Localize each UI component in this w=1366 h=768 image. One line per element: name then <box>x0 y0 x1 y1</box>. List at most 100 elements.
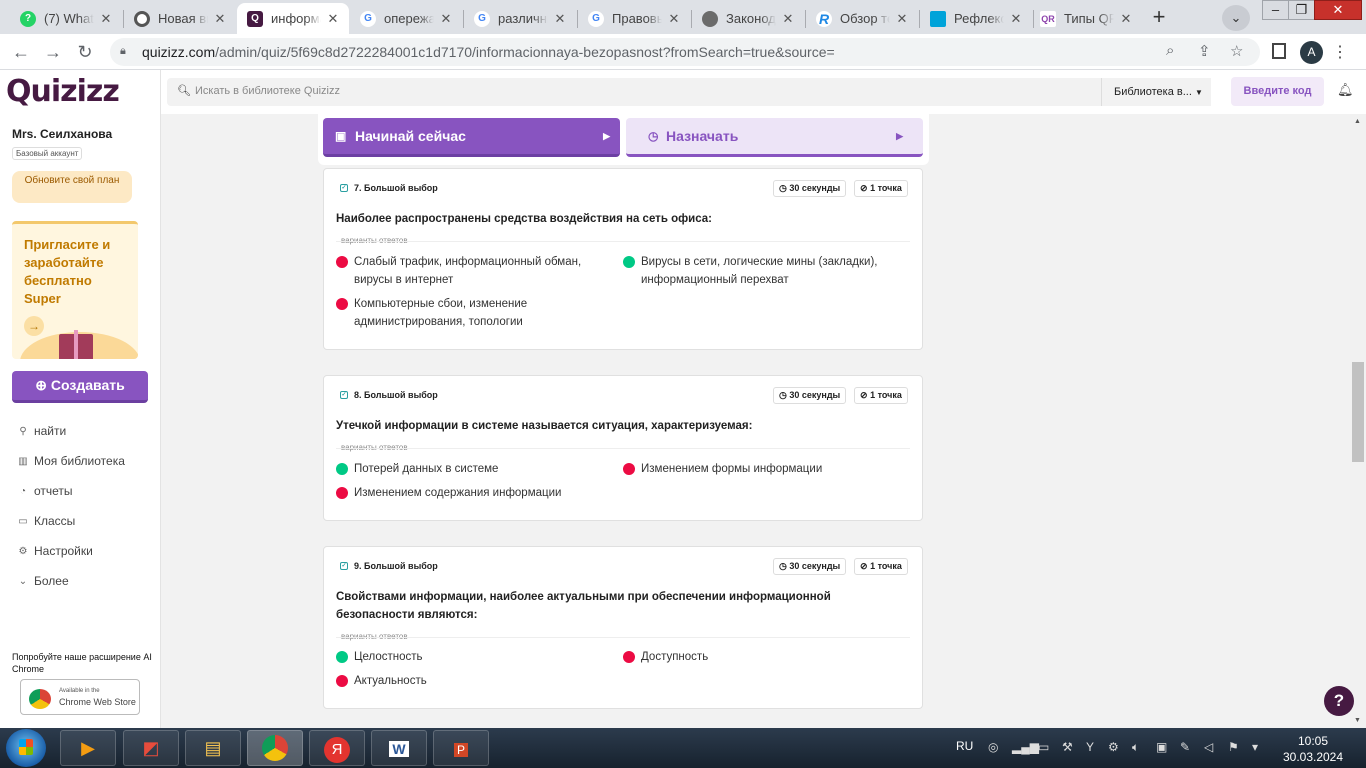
library-select-dropdown[interactable]: Библиотека в... ▼ <box>1101 78 1211 106</box>
page-scrollbar[interactable]: ▲ ▼ <box>1350 114 1366 728</box>
minimize-button[interactable]: – <box>1262 0 1289 20</box>
taskbar-word[interactable]: W <box>371 730 427 766</box>
invite-promo-text: Пригласите и заработайте бесплатно Super <box>24 237 111 306</box>
close-icon[interactable]: ✕ <box>894 11 910 27</box>
media-player-icon: ▶ <box>81 738 95 758</box>
upgrade-plan-button[interactable]: Обновите свой план <box>12 171 132 203</box>
tray-display-icon[interactable]: ▭ <box>1038 740 1049 754</box>
browser-tab[interactable]: G опережающее ✕ <box>350 3 462 34</box>
browser-tab[interactable]: G Правовые ✕ <box>578 3 690 34</box>
bookmark-star-icon[interactable]: ☆ <box>1230 42 1243 60</box>
sidebar-item-classes[interactable]: ▭ Классы <box>16 514 75 528</box>
system-clock[interactable]: 10:05 30.03.2024 <box>1278 733 1348 765</box>
presentation-icon: ▣ <box>335 129 347 143</box>
tray-network-icon[interactable]: ▣ <box>1156 740 1167 754</box>
sidebar-item-more[interactable]: ⌄ Более <box>16 574 69 588</box>
close-icon[interactable]: ✕ <box>780 11 796 27</box>
browser-tab[interactable]: Законодательство ✕ <box>692 3 804 34</box>
tray-pen-icon[interactable]: ✎ <box>1180 740 1190 754</box>
taskbar-explorer[interactable]: ▤ <box>185 730 241 766</box>
search-icon: 🔍︎ <box>177 85 191 97</box>
reports-icon: ◔ <box>19 485 27 497</box>
arrow-right-icon[interactable]: → <box>24 316 44 336</box>
close-icon[interactable]: ✕ <box>1008 11 1024 27</box>
start-now-button[interactable]: ▣ Начинай сейчас ▶ <box>323 118 620 157</box>
invite-promo-card[interactable]: Пригласите и заработайте бесплатно Super… <box>12 221 138 359</box>
quizizz-logo[interactable]: Quizizz <box>6 74 120 109</box>
tray-app-icon[interactable]: ◎ <box>988 740 998 754</box>
scroll-up-arrow-icon[interactable]: ▲ <box>1354 118 1361 125</box>
close-icon[interactable]: ✕ <box>666 11 682 27</box>
network-signal-icon[interactable]: ▂▄▆ <box>1012 740 1039 754</box>
qr-icon: QR <box>1040 10 1056 27</box>
sidebar-item-library[interactable]: ▥ Моя библиотека <box>16 454 125 468</box>
zoom-icon[interactable]: ⌕ <box>1166 42 1174 59</box>
assign-button[interactable]: ◷ Назначать ▶ <box>626 118 923 157</box>
top-bar: 🔍︎ Искать в библиотеке Quizizz Библиотек… <box>161 70 1366 114</box>
taskbar-app[interactable]: ◩ <box>123 730 179 766</box>
yandex-tray-icon[interactable]: Y <box>1086 740 1094 754</box>
kebab-menu-icon[interactable]: ⋮ <box>1332 42 1348 62</box>
checkbox-icon: ✓ <box>340 562 348 570</box>
question-header: ✓ 9. Большой выбор <box>340 561 438 571</box>
sidebar-item-label: найти <box>34 424 67 438</box>
tray-settings-icon[interactable]: ⚙ <box>1108 740 1119 754</box>
share-icon[interactable]: ⇪ <box>1198 42 1211 60</box>
scrollbar-thumb[interactable] <box>1352 362 1364 462</box>
close-window-button[interactable]: ✕ <box>1314 0 1362 20</box>
scroll-down-arrow-icon[interactable]: ▼ <box>1354 717 1361 724</box>
action-center-icon[interactable]: ▾ <box>1252 740 1258 754</box>
taskbar-chrome[interactable] <box>247 730 303 766</box>
language-indicator[interactable]: RU <box>956 739 973 753</box>
volume-tray-icon[interactable]: 🔈︎ <box>1132 740 1139 755</box>
sidebar: Quizizz Mrs. Сеилханова Базовый аккаунт … <box>0 70 161 728</box>
back-icon[interactable]: ← <box>8 40 34 64</box>
tray-tool-icon[interactable]: ⚒ <box>1062 740 1073 754</box>
sidebar-item-settings[interactable]: ⚙ Настройки <box>16 544 93 558</box>
browser-tab[interactable]: ? (7) WhatsApp ✕ <box>10 3 122 34</box>
extension-promo-text: Попробуйте наше расширение AI Chrome <box>12 652 152 674</box>
new-tab-button[interactable]: + <box>1146 5 1172 31</box>
close-icon[interactable]: ✕ <box>552 11 568 27</box>
tab-search-button[interactable]: ⌄ <box>1222 5 1250 31</box>
library-search-input[interactable]: 🔍︎ Искать в библиотеке Quizizz <box>167 78 1211 106</box>
sidebar-item-reports[interactable]: ◔ отчеты <box>16 484 73 498</box>
google-icon: G <box>474 10 490 27</box>
browser-tab[interactable]: R Обзор тем ✕ <box>806 3 918 34</box>
browser-tab[interactable]: G различные ✕ <box>464 3 576 34</box>
sidebar-item-find[interactable]: ⚲ найти <box>16 424 66 438</box>
enter-code-button[interactable]: Введите код <box>1231 77 1324 106</box>
browser-tab[interactable]: QR Типы QR ✕ <box>1030 3 1142 34</box>
browser-tab[interactable]: Рефлексия ✕ <box>920 3 1032 34</box>
speaker-icon[interactable]: ◁ <box>1204 740 1213 754</box>
browser-tab-active[interactable]: Q информационная безопасность ✕ <box>237 3 349 34</box>
flag-icon[interactable]: ⚑ <box>1228 740 1239 754</box>
correct-dot-icon <box>623 256 635 268</box>
close-icon[interactable]: ✕ <box>212 11 228 27</box>
maximize-button[interactable]: ❐ <box>1288 0 1315 20</box>
taskbar-yandex[interactable]: Я <box>309 730 365 766</box>
close-icon[interactable]: ✕ <box>325 11 341 27</box>
chrome-web-store-badge[interactable]: Available in the Chrome Web Store <box>20 679 140 715</box>
taskbar-powerpoint[interactable]: P <box>433 730 489 766</box>
close-icon[interactable]: ✕ <box>98 11 114 27</box>
profile-avatar[interactable]: A <box>1300 41 1323 64</box>
url-field[interactable]: 🔒︎ quizizz.com/admin/quiz/5f69c8d2722284… <box>110 38 1260 66</box>
start-now-label: Начинай сейчас <box>355 128 466 144</box>
close-icon[interactable]: ✕ <box>438 11 454 27</box>
bell-icon[interactable]: 🔔︎ <box>1337 82 1354 98</box>
clock-time: 10:05 <box>1297 734 1329 748</box>
browser-tab[interactable]: Новая вкладка ✕ <box>124 3 236 34</box>
reload-icon[interactable]: ↻ <box>72 40 98 64</box>
windows-start-button[interactable] <box>6 729 46 767</box>
clock-icon: ◷ <box>779 390 787 400</box>
help-button[interactable]: ? <box>1324 686 1354 716</box>
close-icon[interactable]: ✕ <box>1118 11 1134 27</box>
create-button[interactable]: ⊕ Создавать <box>12 371 148 403</box>
forward-icon[interactable]: → <box>40 40 66 64</box>
question-header: ✓ 7. Большой выбор <box>340 183 438 193</box>
classes-icon: ▭ <box>18 515 28 527</box>
side-panel-icon[interactable] <box>1272 43 1286 59</box>
taskbar-media-player[interactable]: ▶ <box>60 730 116 766</box>
answer-text: Целостность <box>354 651 423 663</box>
